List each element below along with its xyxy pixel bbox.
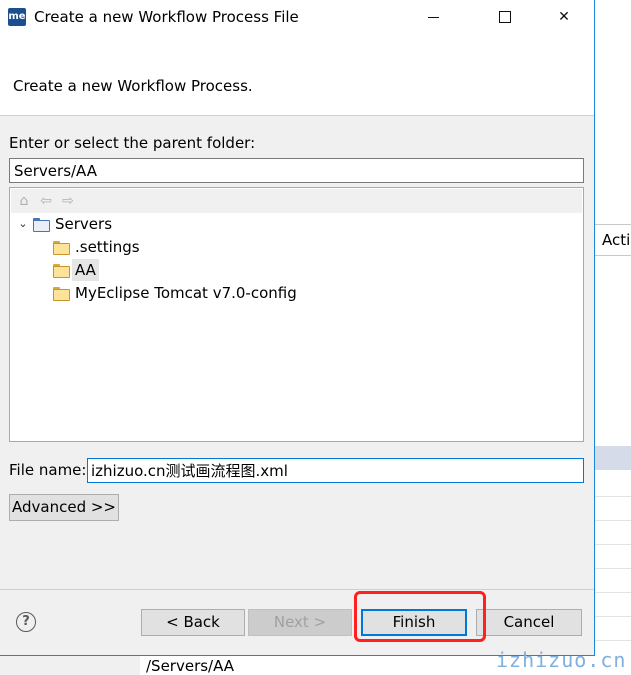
tree-item-tomcat-config[interactable]: MyEclipse Tomcat v7.0-config: [53, 282, 300, 304]
next-button[interactable]: Next >: [248, 609, 352, 636]
back-arrow-icon[interactable]: ⇦: [38, 193, 54, 209]
myeclipse-app-icon: me: [8, 8, 26, 26]
tree-item-aa[interactable]: AA: [53, 259, 99, 281]
watermark: izhizuo.cn: [496, 648, 627, 672]
folder-tree[interactable]: ⌂ ⇦ ⇨ ⌄ Servers .settings AA MyEclipse T…: [9, 187, 584, 442]
tree-item-servers[interactable]: ⌄ Servers: [10, 213, 115, 235]
maximize-button[interactable]: [482, 0, 528, 34]
folder-icon: [53, 287, 70, 301]
window-title: Create a new Workflow Process File: [34, 8, 299, 26]
background-divider: [594, 640, 631, 641]
close-button[interactable]: ✕: [541, 0, 587, 34]
folder-icon: [53, 241, 70, 255]
background-divider: [594, 616, 631, 617]
button-bar-divider: [0, 589, 594, 590]
minimize-button[interactable]: [411, 0, 457, 34]
background-divider: [594, 520, 631, 521]
open-folder-icon: [33, 218, 50, 232]
tree-item-settings[interactable]: .settings: [53, 236, 143, 258]
back-button[interactable]: < Back: [141, 609, 245, 636]
cancel-button[interactable]: Cancel: [476, 609, 582, 636]
parent-folder-input[interactable]: [9, 158, 584, 183]
background-divider: [594, 568, 631, 569]
file-name-input[interactable]: [87, 458, 584, 483]
tree-item-label: Servers: [55, 215, 113, 233]
tree-toolbar: ⌂ ⇦ ⇨: [11, 189, 582, 213]
background-selection-band: [594, 446, 631, 470]
wizard-message: Create a new Workflow Process.: [13, 77, 253, 95]
background-divider: [594, 496, 631, 497]
tree-item-label: .settings: [75, 238, 140, 256]
background-divider: [594, 544, 631, 545]
file-name-label: File name:: [9, 461, 87, 479]
background-tab-label: Acti: [602, 231, 631, 249]
background-tab[interactable]: Acti: [594, 224, 631, 256]
home-icon[interactable]: ⌂: [16, 193, 32, 209]
tree-item-label: MyEclipse Tomcat v7.0-config: [75, 284, 297, 302]
wizard-header: Create a new Workflow Process.: [0, 34, 594, 116]
background-window: Acti: [594, 0, 631, 675]
tree-item-label: AA: [72, 259, 99, 281]
folder-icon: [53, 264, 70, 278]
chevron-down-icon[interactable]: ⌄: [16, 213, 30, 235]
parent-folder-label: Enter or select the parent folder:: [9, 134, 256, 152]
forward-arrow-icon[interactable]: ⇨: [60, 193, 76, 209]
advanced-button[interactable]: Advanced >>: [9, 494, 119, 521]
background-divider: [594, 592, 631, 593]
help-icon[interactable]: ?: [16, 612, 36, 632]
title-bar[interactable]: me Create a new Workflow Process File ✕: [0, 0, 594, 34]
finish-highlight-annotation: [354, 591, 486, 642]
background-path-text: /Servers/AA: [146, 657, 235, 675]
new-workflow-dialog: me Create a new Workflow Process File ✕ …: [0, 0, 595, 656]
